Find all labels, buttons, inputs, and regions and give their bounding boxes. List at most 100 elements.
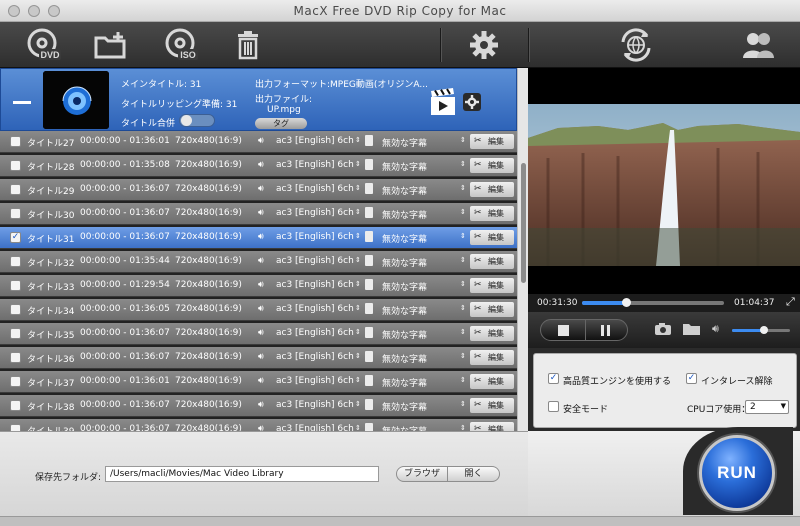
title-checkbox[interactable] <box>10 136 21 147</box>
delete-button[interactable] <box>226 26 270 64</box>
edit-button[interactable]: ✂ 編集 <box>470 374 514 389</box>
title-row[interactable]: ✓ タイトル31 00:00:00 - 01:36:07 720x480(16:9) 🔊… <box>0 227 517 249</box>
title-row[interactable]: タイトル29 00:00:00 - 01:36:07 720x480(16:9) 🔊︎… <box>0 179 517 201</box>
title-checkbox[interactable] <box>10 424 21 431</box>
edit-button[interactable]: ✂ 編集 <box>470 182 514 197</box>
edit-button[interactable]: ✂ 編集 <box>470 302 514 317</box>
title-checkbox[interactable]: ✓ <box>10 232 21 243</box>
title-checkbox[interactable] <box>10 376 21 387</box>
title-row[interactable]: タイトル38 00:00:00 - 01:36:07 720x480(16:9) 🔊︎… <box>0 395 517 417</box>
audio-track-select[interactable]: ac3 [English] 6ch <box>276 352 354 362</box>
update-button[interactable] <box>614 26 658 64</box>
pause-icon[interactable] <box>601 325 604 336</box>
seek-knob[interactable] <box>622 298 632 307</box>
scrollbar-thumb[interactable] <box>521 163 526 283</box>
edit-button[interactable]: ✂ 編集 <box>470 398 514 413</box>
edit-button[interactable]: ✂ 編集 <box>470 254 514 269</box>
hq-engine-checkbox[interactable]: ✓ <box>548 373 559 384</box>
settings-button[interactable] <box>462 26 506 64</box>
subtitle-select[interactable]: 無効な字幕 <box>382 160 427 173</box>
account-button[interactable] <box>736 26 780 64</box>
subtitle-select[interactable]: 無効な字幕 <box>382 208 427 221</box>
subtitle-select[interactable]: 無効な字幕 <box>382 400 427 413</box>
title-checkbox[interactable] <box>10 280 21 291</box>
subtitle-select[interactable]: 無効な字幕 <box>382 376 427 389</box>
edit-button[interactable]: ✂ 編集 <box>470 350 514 365</box>
safe-mode-checkbox[interactable] <box>548 401 559 412</box>
audio-track-select[interactable]: ac3 [English] 6ch <box>276 328 354 338</box>
subtitle-select[interactable]: 無効な字幕 <box>382 424 427 431</box>
edit-button[interactable]: ✂ 編集 <box>470 230 514 245</box>
edit-button[interactable]: ✂ 編集 <box>470 326 514 341</box>
audio-track-select[interactable]: ac3 [English] 6ch <box>276 208 354 218</box>
title-checkbox[interactable] <box>10 208 21 219</box>
subtitle-select[interactable]: 無効な字幕 <box>382 256 427 269</box>
edit-button[interactable]: ✂ 編集 <box>470 158 514 173</box>
deinterlace-checkbox[interactable]: ✓ <box>686 373 697 384</box>
camera-icon[interactable] <box>654 322 672 336</box>
audio-track-select[interactable]: ac3 [English] 6ch <box>276 304 354 314</box>
audio-track-select[interactable]: ac3 [English] 6ch <box>276 232 354 242</box>
close-window-button[interactable] <box>8 5 20 17</box>
volume-knob[interactable] <box>759 326 768 334</box>
fullscreen-icon[interactable]: ⤢ <box>786 295 795 309</box>
add-folder-button[interactable] <box>88 26 132 64</box>
clapperboard-icon[interactable] <box>429 87 457 117</box>
title-row[interactable]: タイトル33 00:00:00 - 01:29:54 720x480(16:9) 🔊︎… <box>0 275 517 297</box>
volume-slider[interactable] <box>732 326 790 334</box>
audio-track-select[interactable]: ac3 [English] 6ch <box>276 184 354 194</box>
title-row[interactable]: タイトル39 00:00:00 - 01:36:07 720x480(16:9) 🔊︎… <box>0 419 517 431</box>
audio-track-select[interactable]: ac3 [English] 6ch <box>276 136 354 146</box>
output-folder-input[interactable]: /Users/macli/Movies/Mac Video Library <box>105 466 379 482</box>
audio-track-select[interactable]: ac3 [English] 6ch <box>276 256 354 266</box>
subtitle-select[interactable]: 無効な字幕 <box>382 136 427 149</box>
audio-track-select[interactable]: ac3 [English] 6ch <box>276 160 354 170</box>
title-row[interactable]: タイトル36 00:00:00 - 01:36:07 720x480(16:9) 🔊︎… <box>0 347 517 369</box>
audio-track-select[interactable]: ac3 [English] 6ch <box>276 424 354 431</box>
dvd-button[interactable]: DVD <box>20 26 64 64</box>
audio-track-select[interactable]: ac3 [English] 6ch <box>276 280 354 290</box>
title-row[interactable]: タイトル34 00:00:00 - 01:36:05 720x480(16:9) 🔊︎… <box>0 299 517 321</box>
seek-track[interactable] <box>582 298 724 307</box>
subtitle-select[interactable]: 無効な字幕 <box>382 328 427 341</box>
run-button[interactable]: RUN <box>699 435 775 511</box>
title-checkbox[interactable] <box>10 160 21 171</box>
iso-button[interactable]: ISO <box>158 26 202 64</box>
output-settings-button[interactable] <box>463 93 481 111</box>
edit-button[interactable]: ✂ 編集 <box>470 134 514 149</box>
title-row[interactable]: タイトル28 00:00:00 - 01:35:08 720x480(16:9) 🔊︎… <box>0 155 517 177</box>
minimize-window-button[interactable] <box>28 5 40 17</box>
subtitle-select[interactable]: 無効な字幕 <box>382 184 427 197</box>
collapse-minus-icon[interactable] <box>13 101 31 104</box>
subtitle-select[interactable]: 無効な字幕 <box>382 304 427 317</box>
merge-toggle[interactable] <box>179 114 215 127</box>
subtitle-select[interactable]: 無効な字幕 <box>382 280 427 293</box>
title-row[interactable]: タイトル37 00:00:00 - 01:36:01 720x480(16:9) 🔊︎… <box>0 371 517 393</box>
edit-button[interactable]: ✂ 編集 <box>470 422 514 431</box>
title-row[interactable]: タイトル30 00:00:00 - 01:36:07 720x480(16:9) 🔊︎… <box>0 203 517 225</box>
audio-track-select[interactable]: ac3 [English] 6ch <box>276 400 354 410</box>
tag-button[interactable]: タグ <box>255 118 307 129</box>
title-checkbox[interactable] <box>10 400 21 411</box>
browse-button[interactable]: ブラウザ <box>396 466 448 482</box>
edit-button[interactable]: ✂ 編集 <box>470 206 514 221</box>
edit-button[interactable]: ✂ 編集 <box>470 278 514 293</box>
title-row[interactable]: タイトル32 00:00:00 - 01:35:44 720x480(16:9) 🔊︎… <box>0 251 517 273</box>
open-folder-icon[interactable] <box>682 322 702 336</box>
title-row[interactable]: タイトル27 00:00:00 - 01:36:01 720x480(16:9) 🔊︎… <box>0 131 517 153</box>
stop-icon[interactable] <box>558 325 569 336</box>
audio-track-select[interactable]: ac3 [English] 6ch <box>276 376 354 386</box>
title-checkbox[interactable] <box>10 184 21 195</box>
title-checkbox[interactable] <box>10 256 21 267</box>
subtitle-select[interactable]: 無効な字幕 <box>382 352 427 365</box>
title-checkbox[interactable] <box>10 304 21 315</box>
title-checkbox[interactable] <box>10 328 21 339</box>
title-list-scrollbar[interactable] <box>517 68 528 431</box>
subtitle-select[interactable]: 無効な字幕 <box>382 232 427 245</box>
cpu-core-select[interactable]: 2 ▼ <box>745 400 789 414</box>
title-checkbox[interactable] <box>10 352 21 363</box>
zoom-window-button[interactable] <box>48 5 60 17</box>
volume-icon[interactable]: 🔊︎ <box>712 322 719 336</box>
title-row[interactable]: タイトル35 00:00:00 - 01:36:07 720x480(16:9) 🔊︎… <box>0 323 517 345</box>
open-folder-button[interactable]: 開く <box>448 466 500 482</box>
